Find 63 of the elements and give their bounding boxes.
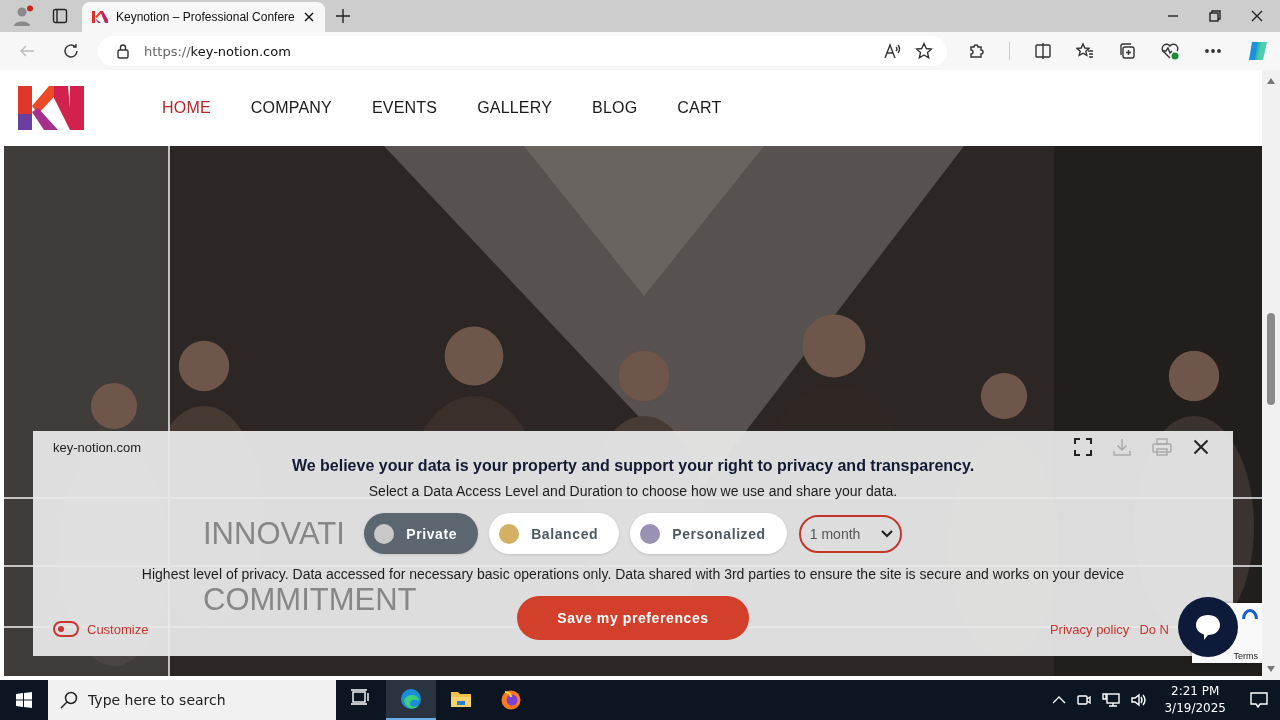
- duration-select[interactable]: 1 month: [798, 514, 902, 553]
- taskbar-date: 3/19/2025: [1164, 700, 1226, 717]
- scrollbar-thumb[interactable]: [1267, 313, 1275, 405]
- read-aloud-icon[interactable]: [883, 43, 901, 59]
- chat-bubble-icon: [1193, 612, 1223, 642]
- logo-icon: [92, 11, 108, 23]
- scroll-down-icon[interactable]: [1267, 666, 1275, 672]
- browser-tab[interactable]: Keynotion – Professional Confere: [82, 2, 325, 32]
- scroll-up-icon[interactable]: [1267, 78, 1275, 84]
- access-level-option[interactable]: Balanced: [489, 513, 620, 554]
- favorite-icon[interactable]: [915, 42, 933, 60]
- restore-icon[interactable]: [1208, 9, 1222, 23]
- save-button[interactable]: Save my preferences: [517, 596, 749, 640]
- search-field[interactable]: Type here to search: [48, 680, 336, 720]
- favorites-icon[interactable]: [1076, 42, 1094, 60]
- recaptcha-icon: [1242, 609, 1258, 619]
- customize-link[interactable]: Customize: [87, 621, 149, 637]
- notifications-icon[interactable]: [1250, 691, 1268, 709]
- toggle-switch[interactable]: [53, 621, 79, 637]
- dialog-subheading: Select a Data Access Level and Duration to choose how we use and share your data.: [368, 483, 898, 500]
- chevron-down-icon: [879, 528, 894, 539]
- volume-icon[interactable]: [1130, 692, 1149, 708]
- site-name: key-notion.com: [53, 439, 142, 455]
- logo-icon[interactable]: [18, 86, 84, 130]
- collections-icon[interactable]: [1118, 42, 1136, 60]
- address-field[interactable]: https://key-notion.com: [98, 36, 947, 66]
- nav-link[interactable]: COMPANY: [250, 99, 332, 117]
- close-icon[interactable]: [1250, 9, 1264, 23]
- footer-link[interactable]: Privacy policy: [1049, 621, 1130, 637]
- taskbar-time: 2:21 PM: [1171, 683, 1220, 700]
- level-description: Highest level of privacy. Data accessed for necessary basic operations only. Data shared with 3rd parties to ensure the site is secure and works on your device: [141, 566, 1125, 583]
- tab-actions-icon[interactable]: [52, 8, 68, 24]
- fullscreen-icon[interactable]: [1074, 438, 1092, 456]
- dialog-heading: We believe your data is your property and support your right to privacy and transparency.: [291, 457, 975, 475]
- nav-link[interactable]: BLOG: [592, 99, 638, 117]
- hero-heading: INNOVATI: [203, 515, 345, 553]
- lock-icon: [116, 43, 130, 59]
- nav-link[interactable]: HOME: [162, 99, 211, 117]
- profile-icon: [12, 5, 34, 27]
- browser-icon: [400, 688, 422, 710]
- copilot-icon[interactable]: [1246, 39, 1270, 63]
- windows-icon[interactable]: [16, 692, 32, 708]
- network-icon[interactable]: [1102, 692, 1121, 708]
- access-level-option[interactable]: Personalized: [630, 513, 787, 554]
- nav-link[interactable]: CART: [677, 99, 722, 117]
- health-icon[interactable]: [1160, 42, 1180, 60]
- footer-link[interactable]: Do N: [1139, 621, 1169, 637]
- close-icon[interactable]: [302, 11, 315, 23]
- taskbar-app[interactable]: [386, 680, 436, 720]
- terms-link[interactable]: Terms: [1233, 651, 1258, 661]
- new-tab-icon[interactable]: [334, 8, 351, 24]
- camera-icon[interactable]: [1076, 692, 1093, 708]
- chevron-up-icon[interactable]: [1052, 695, 1067, 705]
- hero-heading: COMMITMENT: [203, 582, 417, 619]
- nav-link[interactable]: EVENTS: [371, 99, 438, 117]
- nav-link[interactable]: GALLERY: [477, 99, 553, 117]
- search-icon: [60, 691, 78, 709]
- extensions-icon[interactable]: [967, 42, 985, 60]
- refresh-icon[interactable]: [62, 42, 80, 60]
- access-level-option[interactable]: Private: [364, 513, 479, 554]
- close-icon[interactable]: [1193, 439, 1209, 455]
- browser-icon: [500, 688, 522, 710]
- split-screen-icon[interactable]: [1034, 42, 1052, 60]
